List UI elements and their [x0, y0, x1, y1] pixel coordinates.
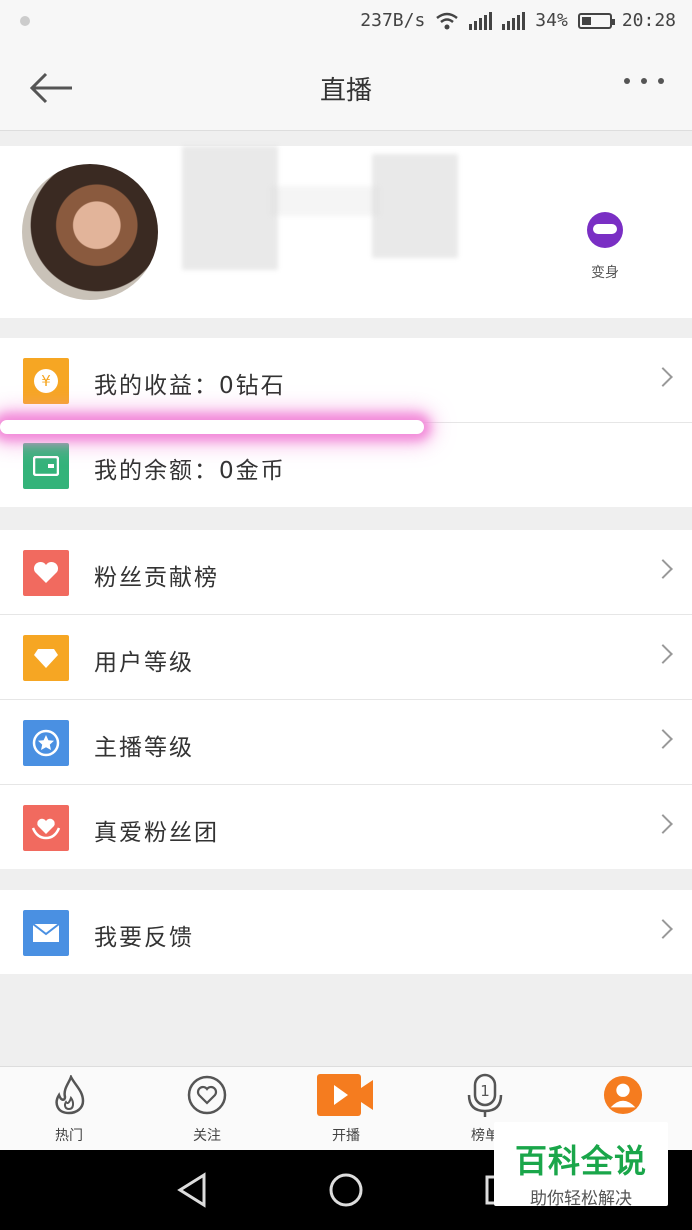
earnings-label: 我的收益：0钻石 — [94, 373, 286, 399]
earnings-row[interactable]: ¥ 我的收益：0钻石 — [0, 338, 692, 423]
redacted-area — [372, 154, 458, 258]
tab-label: 开播 — [332, 1128, 360, 1144]
chevron-right-icon — [653, 919, 673, 939]
tab-label: 关注 — [193, 1128, 221, 1144]
tab-go-live[interactable]: 开播 — [301, 1074, 391, 1145]
true-love-fans-label: 真爱粉丝团 — [94, 820, 219, 846]
tab-follow[interactable]: 关注 — [162, 1075, 252, 1145]
true-love-fans-row[interactable]: 真爱粉丝团 — [0, 785, 692, 869]
heart-icon — [23, 550, 69, 596]
fan-contribution-label: 粉丝贡献榜 — [94, 565, 219, 591]
user-icon — [603, 1075, 643, 1115]
user-level-row[interactable]: 用户等级 — [0, 615, 692, 700]
mail-icon — [23, 910, 69, 956]
battery-percent: 34% — [535, 10, 568, 31]
highlight-stroke — [0, 420, 424, 434]
video-play-icon — [317, 1074, 373, 1116]
signal-2g-icon — [502, 11, 526, 30]
nav-home-icon[interactable] — [328, 1172, 364, 1208]
network-speed: 237B/s — [360, 10, 426, 31]
transform-label: 变身 — [591, 265, 619, 281]
fan-contribution-row[interactable]: 粉丝贡献榜 — [0, 530, 692, 615]
yen-coin-icon: ¥ — [23, 358, 69, 404]
feedback-group: 我要反馈 — [0, 890, 692, 974]
transform-button[interactable]: 变身 — [582, 206, 628, 282]
nav-back-icon[interactable] — [176, 1172, 208, 1208]
signal-icon — [469, 11, 493, 30]
chevron-right-icon — [653, 814, 673, 834]
wallet-icon — [23, 443, 69, 489]
page-title: 直播 — [319, 76, 372, 106]
tab-label: 热门 — [55, 1128, 83, 1144]
clock: 20:28 — [621, 10, 676, 31]
svg-text:¥: ¥ — [41, 372, 51, 390]
flame-icon — [55, 1075, 85, 1115]
star-badge-icon — [23, 720, 69, 766]
chevron-right-icon — [653, 367, 673, 387]
profile-card: 变身 — [0, 146, 692, 318]
user-level-label: 用户等级 — [94, 650, 194, 676]
svg-text:1: 1 — [480, 1082, 490, 1100]
diamond-tag-icon — [23, 635, 69, 681]
watermark-subtitle: 助你轻松解决 — [530, 1189, 632, 1209]
avatar[interactable] — [22, 164, 158, 300]
heart-outline-icon — [187, 1075, 227, 1115]
feedback-label: 我要反馈 — [94, 925, 194, 951]
watermark-title: 百科全说 — [514, 1142, 647, 1180]
tab-me[interactable] — [578, 1075, 668, 1125]
balance-label: 我的余额：0金币 — [94, 458, 286, 484]
redacted-area — [182, 146, 278, 270]
notification-icon — [20, 16, 30, 26]
navbar: 直播 — [0, 44, 692, 131]
balance-row[interactable]: 我的余额：0金币 — [0, 423, 692, 507]
mask-icon — [587, 212, 623, 248]
host-level-label: 主播等级 — [94, 735, 194, 761]
tab-hot[interactable]: 热门 — [24, 1075, 114, 1145]
wifi-icon — [436, 12, 459, 29]
hands-heart-icon — [23, 805, 69, 851]
more-menu-icon[interactable] — [624, 78, 664, 84]
rank-group: 粉丝贡献榜 用户等级 主播等级 真爱粉丝团 — [0, 530, 692, 869]
chevron-right-icon — [653, 729, 673, 749]
chevron-right-icon — [653, 644, 673, 664]
watermark-logo: 百科全说 助你轻松解决 — [494, 1122, 668, 1209]
status-bar: 237B/s 34% 20:28 — [0, 0, 692, 44]
mic-rank-icon: 1 — [467, 1073, 503, 1117]
host-level-row[interactable]: 主播等级 — [0, 700, 692, 785]
battery-icon — [577, 12, 615, 29]
feedback-row[interactable]: 我要反馈 — [0, 890, 692, 974]
redacted-area — [270, 186, 380, 216]
chevron-right-icon — [653, 559, 673, 579]
